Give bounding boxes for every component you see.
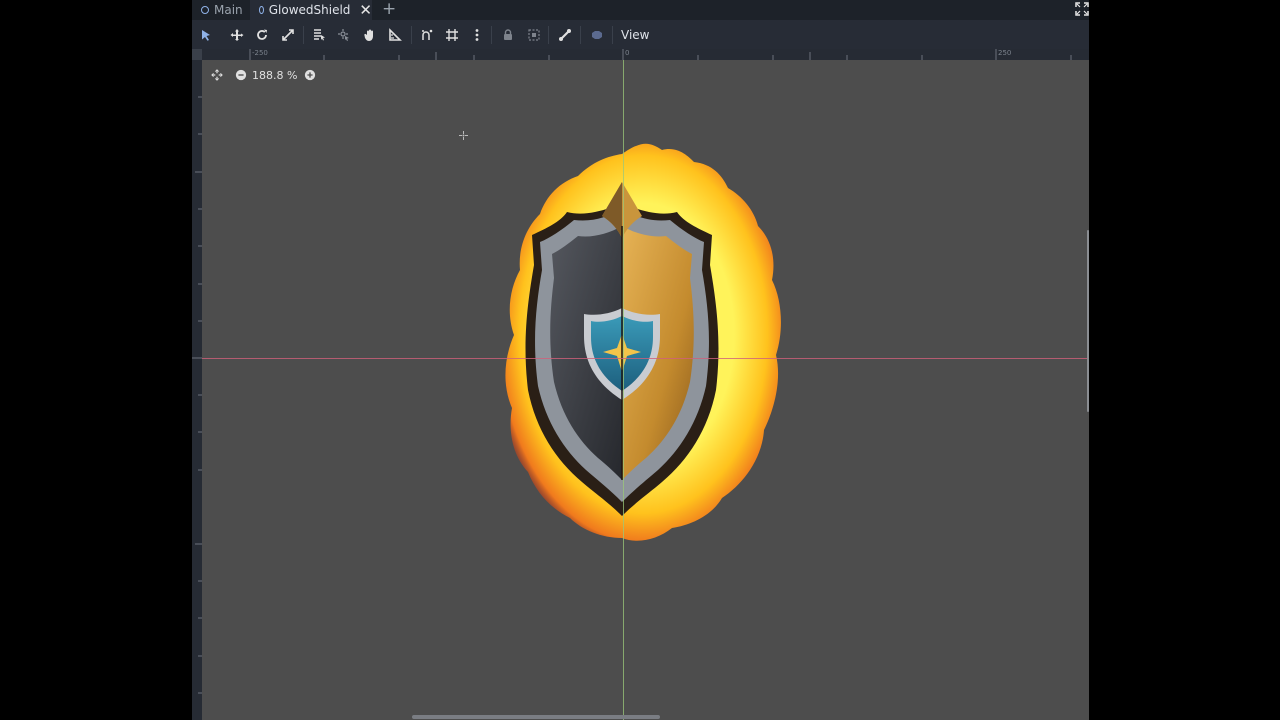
smart-snap-icon bbox=[422, 29, 433, 40]
crosshair-cursor-icon bbox=[459, 131, 468, 140]
center-view-icon bbox=[211, 69, 223, 81]
ruler-label: 0 bbox=[625, 49, 630, 57]
group-button[interactable] bbox=[523, 24, 545, 46]
select-icon bbox=[202, 30, 210, 41]
toolbar-separator bbox=[580, 26, 581, 44]
glowed-shield-sprite[interactable] bbox=[472, 130, 812, 560]
pivot-icon bbox=[338, 29, 349, 41]
pivot-mode-button[interactable] bbox=[333, 24, 355, 46]
list-select-button[interactable] bbox=[308, 24, 330, 46]
camera-override-button[interactable] bbox=[586, 24, 608, 46]
horizontal-ruler[interactable]: -250 0 250 bbox=[202, 49, 1089, 60]
scale-mode-button[interactable] bbox=[277, 24, 299, 46]
zoom-in-button[interactable] bbox=[303, 68, 317, 82]
move-mode-button[interactable] bbox=[226, 24, 248, 46]
ruler-corner bbox=[192, 49, 202, 60]
skeleton-button[interactable] bbox=[554, 24, 576, 46]
lock-button[interactable] bbox=[497, 24, 519, 46]
snap-options-icon bbox=[475, 29, 479, 41]
ruler-mode-button[interactable] bbox=[384, 24, 406, 46]
toolbar-separator bbox=[411, 26, 412, 44]
zoom-out-button[interactable] bbox=[234, 68, 248, 82]
zoom-out-icon bbox=[235, 69, 247, 81]
ruler-ticks bbox=[192, 96, 202, 694]
tab-label: GlowedShield bbox=[268, 3, 351, 17]
camera-override-icon bbox=[592, 31, 602, 39]
toolbar-separator bbox=[303, 26, 304, 44]
toolbar-separator bbox=[491, 26, 492, 44]
ruler-label: 250 bbox=[998, 49, 1012, 57]
grid-snap-button[interactable] bbox=[441, 24, 463, 46]
skeleton-icon bbox=[559, 29, 571, 41]
rotate-icon bbox=[257, 29, 267, 40]
select-mode-button[interactable] bbox=[195, 24, 217, 46]
horizontal-scrollbar[interactable] bbox=[412, 715, 660, 719]
x-axis-line bbox=[202, 358, 1089, 359]
tab-main[interactable]: Main bbox=[192, 0, 250, 20]
add-tab-icon[interactable]: + bbox=[382, 0, 396, 20]
move-icon bbox=[230, 29, 244, 41]
lock-icon bbox=[504, 29, 512, 40]
toolbar-separator bbox=[612, 26, 613, 44]
scale-icon bbox=[282, 29, 294, 41]
zoom-level-button[interactable]: 188.8 % bbox=[252, 69, 297, 82]
toolbar-separator bbox=[548, 26, 549, 44]
list-select-icon bbox=[314, 29, 325, 41]
canvas-toolbar: View bbox=[192, 20, 1089, 49]
zoom-controls: 188.8 % bbox=[210, 68, 317, 82]
y-axis-line bbox=[623, 60, 624, 720]
pan-icon bbox=[364, 29, 373, 41]
ruler-label: -250 bbox=[252, 49, 268, 57]
smart-snap-button[interactable] bbox=[416, 24, 438, 46]
ruler-icon bbox=[389, 28, 402, 41]
zoom-in-icon bbox=[305, 69, 316, 81]
snap-options-button[interactable] bbox=[466, 24, 488, 46]
scene-icon bbox=[201, 6, 209, 14]
tab-label: Main bbox=[214, 3, 243, 17]
close-tab-icon[interactable]: ✕ bbox=[359, 0, 372, 20]
grid-snap-icon bbox=[446, 29, 458, 41]
vertical-ruler[interactable] bbox=[192, 60, 202, 720]
distraction-free-icon[interactable] bbox=[1075, 2, 1089, 16]
center-view-button[interactable] bbox=[210, 68, 224, 82]
ruler-ticks bbox=[249, 49, 1072, 60]
canvas-viewport[interactable]: 188.8 % bbox=[202, 60, 1089, 720]
vertical-scrollbar[interactable] bbox=[1087, 230, 1089, 412]
tab-glowed-shield[interactable]: GlowedShield ✕ bbox=[250, 0, 372, 20]
scene-icon bbox=[259, 6, 264, 14]
scene-tab-bar: Main GlowedShield ✕ + bbox=[192, 0, 1089, 20]
pan-mode-button[interactable] bbox=[359, 24, 381, 46]
view-menu-button[interactable]: View bbox=[617, 24, 653, 46]
rotate-mode-button[interactable] bbox=[251, 24, 273, 46]
godot-editor: Main GlowedShield ✕ + View -250 0 250 18… bbox=[192, 0, 1089, 720]
group-icon bbox=[528, 29, 540, 41]
